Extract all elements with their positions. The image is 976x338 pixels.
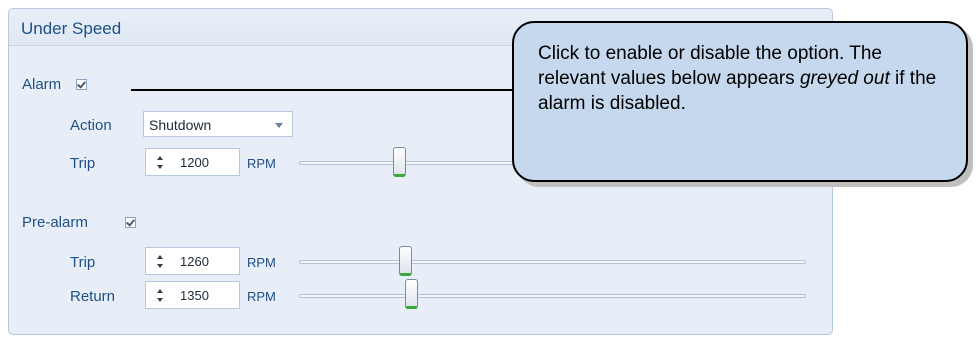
callout-text: Click to enable or disable the option. T…	[538, 41, 953, 116]
help-callout: Click to enable or disable the option. T…	[512, 21, 968, 182]
callout-text-emphasis: greyed out	[799, 68, 890, 89]
